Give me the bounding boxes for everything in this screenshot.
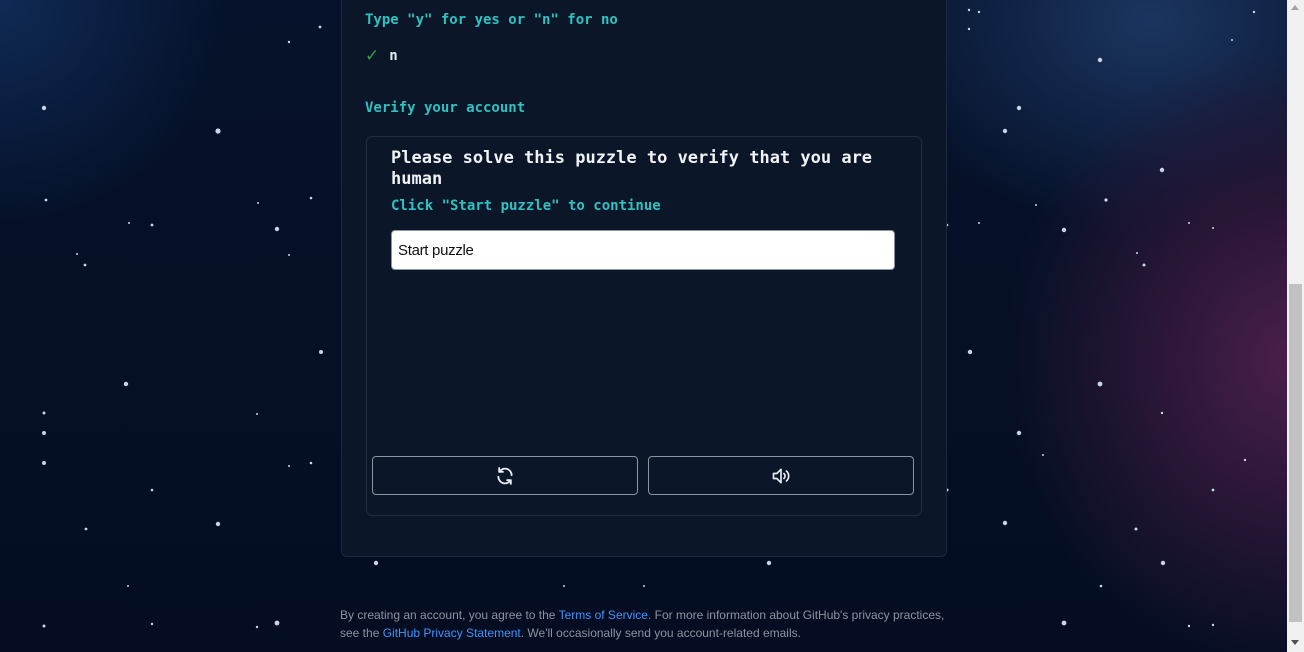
verify-account-label: Verify your account — [365, 100, 526, 116]
puzzle-frame: Please solve this puzzle to verify that … — [366, 136, 922, 516]
footer-text-1: By creating an account, you agree to the — [340, 608, 559, 622]
refresh-icon — [497, 466, 513, 485]
puzzle-instruction: Click "Start puzzle" to continue — [391, 198, 661, 214]
prompt-text: Type "y" for yes or "n" for no — [365, 12, 618, 28]
speaker-icon — [772, 468, 790, 483]
check-icon: ✓ — [365, 46, 380, 66]
audio-button[interactable] — [648, 456, 914, 495]
terms-of-service-link[interactable]: Terms of Service — [559, 608, 648, 622]
answer-row: ✓ n — [365, 46, 398, 66]
scrollbar-thumb[interactable] — [1289, 284, 1302, 622]
footer-text-3: . We'll occasionally send you account-re… — [520, 626, 801, 640]
refresh-button[interactable] — [372, 456, 638, 495]
footer-legal-text: By creating an account, you agree to the… — [340, 606, 950, 642]
puzzle-title: Please solve this puzzle to verify that … — [391, 148, 873, 189]
privacy-statement-link[interactable]: GitHub Privacy Statement — [383, 626, 521, 640]
scroll-up-arrow-icon[interactable] — [1291, 5, 1299, 10]
start-puzzle-button[interactable]: Start puzzle — [391, 230, 895, 270]
answer-value: n — [389, 48, 398, 64]
scroll-down-arrow-icon[interactable] — [1291, 640, 1299, 645]
page-scrollbar[interactable] — [1287, 0, 1304, 652]
